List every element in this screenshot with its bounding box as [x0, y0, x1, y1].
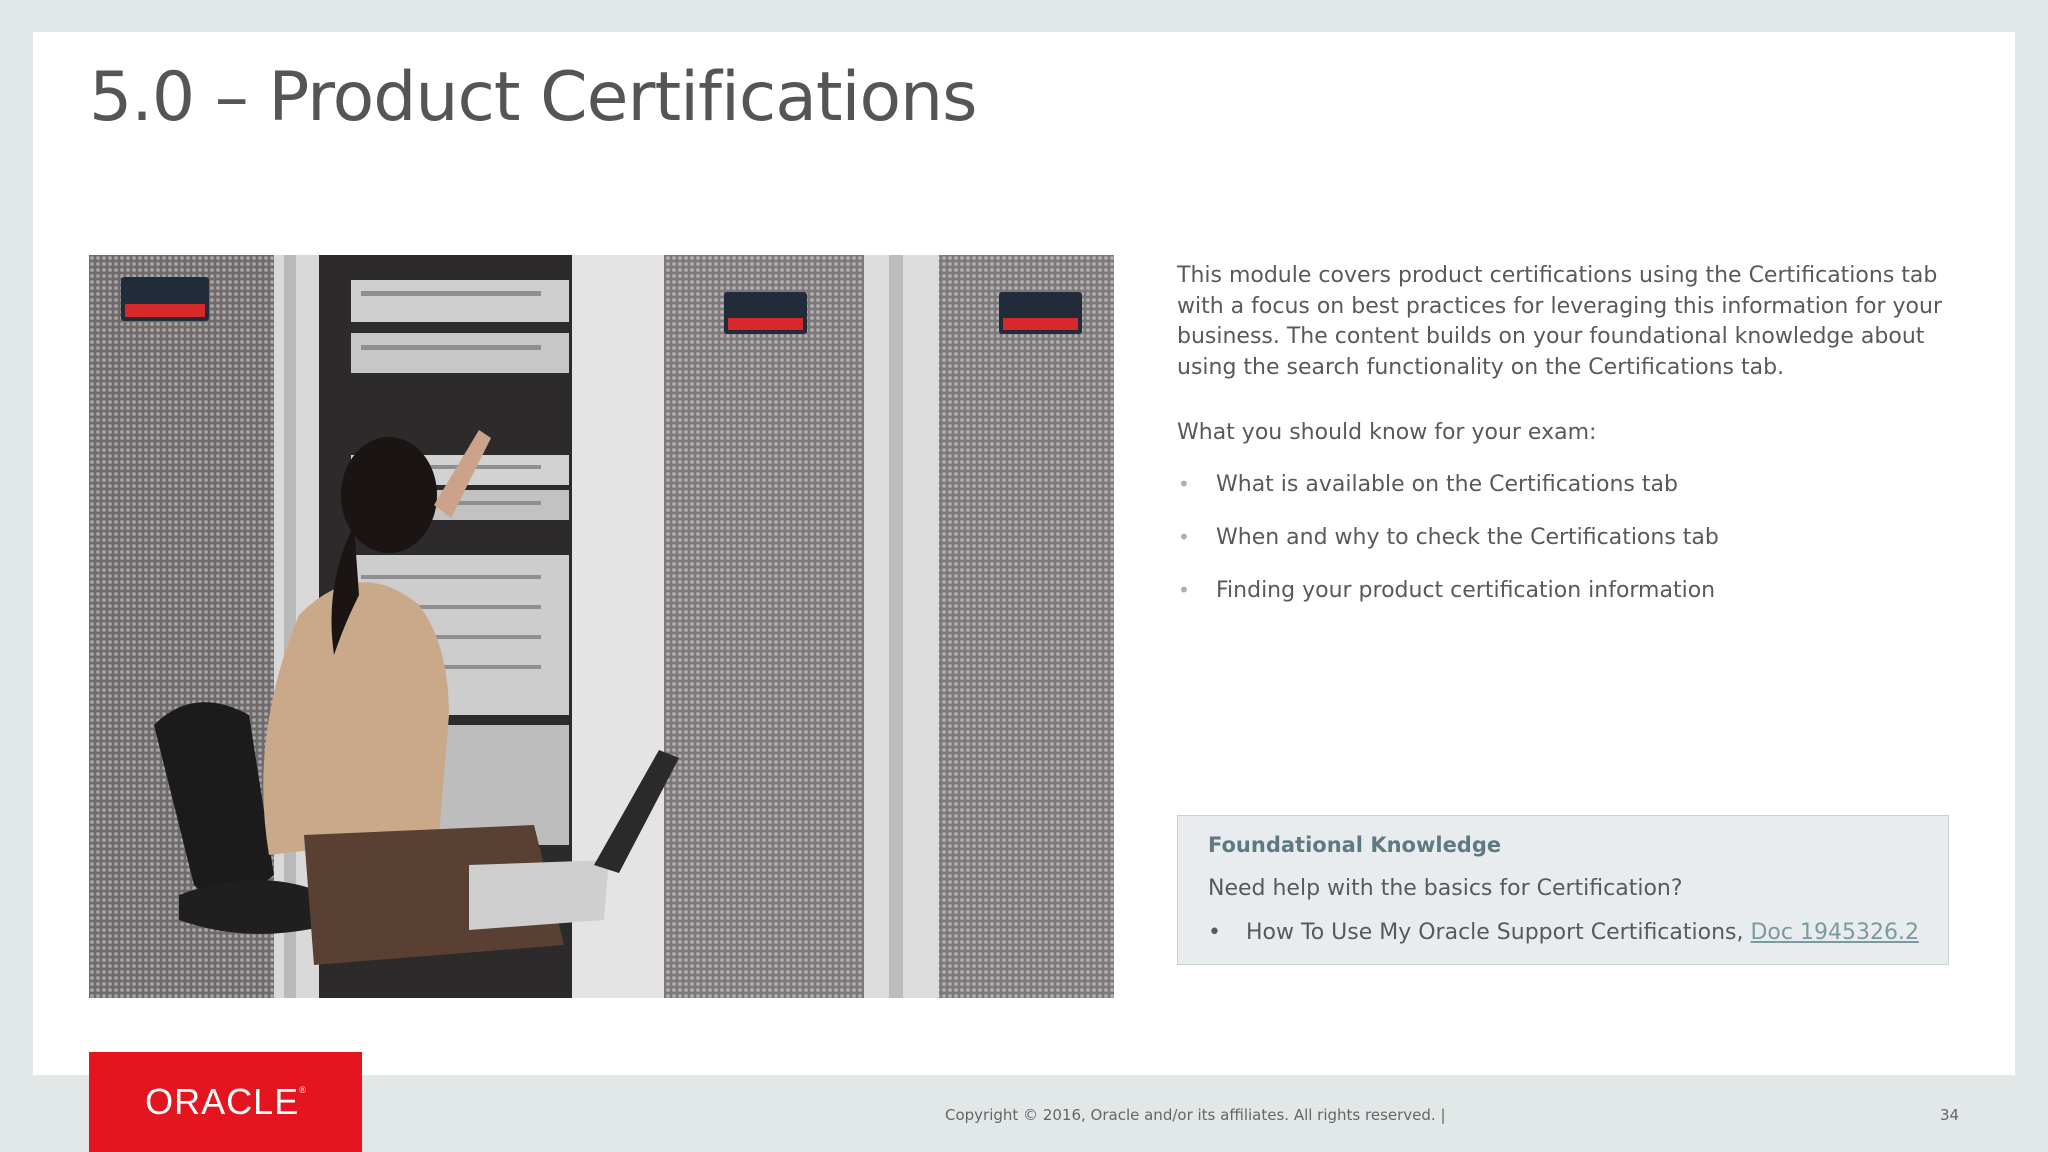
oracle-logo-text: ORACLE	[145, 1081, 300, 1122]
server-rack-photo-icon	[89, 255, 1114, 998]
bullet-icon: •	[1178, 578, 1190, 602]
bullet-icon: •	[1178, 472, 1190, 496]
foundational-knowledge-question: Need help with the basics for Certificat…	[1208, 876, 1683, 901]
list-item: • What is available on the Certification…	[1177, 472, 1719, 525]
doc-link[interactable]: Doc 1945326.2	[1750, 920, 1918, 945]
sun-oracle-badge	[724, 292, 807, 334]
list-item: • When and why to check the Certificatio…	[1177, 525, 1719, 578]
slide-title: 5.0 – Product Certifications	[89, 58, 978, 137]
foundational-knowledge-item: • How To Use My Oracle Support Certificat…	[1208, 920, 1919, 945]
server-rack-photo	[89, 255, 1114, 998]
oracle-logo: ORACLE ®	[89, 1052, 362, 1152]
sun-oracle-badge	[121, 277, 209, 321]
foundational-item-text: How To Use My Oracle Support Certificati…	[1246, 920, 1751, 945]
list-item-text: What is available on the Certifications …	[1216, 472, 1678, 497]
exam-knowledge-list: • What is available on the Certification…	[1177, 472, 1719, 631]
registered-mark: ®	[299, 1085, 306, 1095]
bullet-icon: •	[1208, 920, 1221, 945]
foundational-knowledge-box: Foundational Knowledge Need help with th…	[1177, 815, 1949, 965]
exam-knowledge-heading: What you should know for your exam:	[1177, 420, 1597, 445]
copyright-notice: Copyright © 2016, Oracle and/or its affi…	[945, 1106, 1446, 1124]
list-item: • Finding your product certification inf…	[1177, 578, 1719, 631]
foundational-knowledge-title: Foundational Knowledge	[1208, 833, 1502, 857]
sun-oracle-badge	[999, 292, 1082, 334]
page-number: 34	[1940, 1106, 1960, 1124]
list-item-text: When and why to check the Certifications…	[1216, 525, 1719, 550]
module-description: This module covers product certification…	[1177, 263, 1942, 380]
list-item-text: Finding your product certification infor…	[1216, 578, 1716, 603]
bullet-icon: •	[1178, 525, 1190, 549]
